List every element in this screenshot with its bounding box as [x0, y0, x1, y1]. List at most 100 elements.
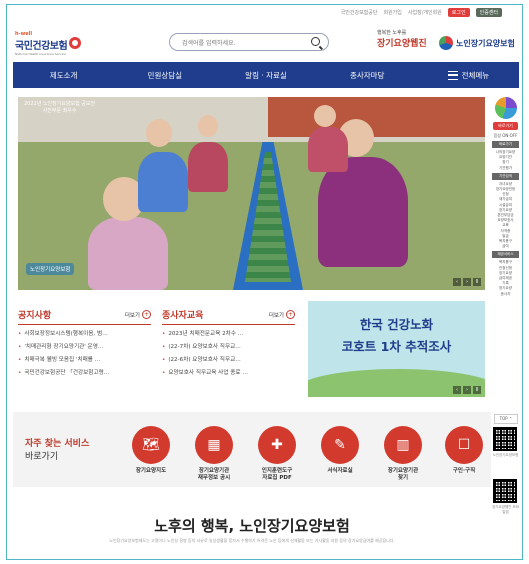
login-button[interactable]: 로그인 — [447, 8, 470, 17]
plus-circle-icon: + — [142, 310, 151, 319]
all-menu-button[interactable]: 전체메뉴 — [418, 70, 519, 81]
quick-item[interactable]: 급여 — [491, 244, 520, 249]
logo-name: 국민건강보험 — [15, 41, 68, 52]
cert-button[interactable]: 인증센터 — [475, 8, 502, 17]
main-nav: 제도소개 민원상담실 알림 · 자료실 종사자마당 전체메뉴 — [13, 62, 519, 88]
education-item[interactable]: 요양보호사 직무교육 사업 종료 … — [162, 367, 295, 380]
page-frame: 국민건강보험공단 회원가입 사업장/개인회원 로그인 인증센터 h-well 국… — [6, 4, 523, 560]
notice-title: 공지사항 — [18, 311, 52, 321]
hero-pause-button[interactable]: II — [473, 278, 481, 286]
frequent-services: 자주 찾는 서비스 바로가기 🗺 장기요양지도 ▦ 장기요양기관 재무정보 공시 … — [13, 412, 491, 487]
ltci-brand[interactable]: 노인장기요양보험 — [439, 36, 515, 50]
hero-person — [188, 142, 228, 192]
nav-item-system[interactable]: 제도소개 — [13, 70, 114, 81]
banner-title-line2: 코호트 1차 추적조사 — [341, 339, 452, 354]
service-finance-disclosure[interactable]: ▦ 장기요양기관 재무정보 공시 — [183, 426, 245, 482]
banner-controls: ‹ › II — [453, 386, 481, 394]
hero-caption-line1: 2022년 노인장기요양보험 공모전 — [24, 101, 96, 107]
search-box — [169, 33, 329, 51]
search-icon[interactable] — [311, 37, 320, 46]
education-item[interactable]: (22-6차) 요양보호사 직무교… — [162, 354, 295, 367]
top-link-nhis[interactable]: 국민건강보험공단 — [341, 9, 378, 16]
hero-person — [88, 217, 168, 290]
voice-toggle[interactable]: 음성 ON·OFF — [491, 133, 520, 139]
cohort-banner[interactable]: 한국 건강노화 코호트 1차 추적조사 ‹ › II — [308, 301, 485, 397]
all-menu-label: 전체메뉴 — [461, 70, 490, 80]
services-subtitle: 바로가기 — [25, 452, 59, 462]
qr-code-1[interactable] — [493, 427, 517, 451]
building-icon: ▥ — [384, 426, 422, 464]
nav-item-counsel[interactable]: 민원상담실 — [114, 70, 215, 81]
top-link-join[interactable]: 회원가입 — [383, 9, 401, 16]
education-more-link[interactable]: 더보기 + — [269, 310, 295, 319]
site-header: h-well 국민건강보험 National Health Insurance … — [7, 19, 522, 63]
hero-badge: 노인장기요양보험 — [26, 263, 75, 275]
quick-heading-2: 기관검색 — [492, 172, 519, 180]
scroll-top-button[interactable]: TOP ⌃ — [494, 414, 518, 424]
slogan-description: 노인장기요양보험제도는 고령이나 노인성 질병 등의 사유로 일상생활을 혼자서… — [109, 538, 395, 543]
service-forms[interactable]: ✎ 서식자료실 — [309, 426, 371, 475]
quick-link-button[interactable]: 바로가기 — [493, 122, 518, 130]
ltci-logo-icon — [439, 36, 453, 50]
quick-item[interactable]: 기관평가 — [491, 166, 520, 171]
service-label: 구인·구직 — [452, 468, 476, 474]
service-jobs[interactable]: ☐ 구인·구직 — [433, 426, 495, 475]
service-label: 장기요양기관 — [198, 468, 230, 474]
hero-person — [138, 152, 188, 212]
hero-caption-line2: 사진부문 최우수 — [42, 108, 77, 114]
service-find-facility[interactable]: ▥ 장기요양기관 찾기 — [372, 426, 434, 482]
hero-person-head — [314, 105, 336, 127]
plus-circle-icon: + — [286, 310, 295, 319]
top-link-member[interactable]: 사업장/개인회원 — [408, 9, 442, 16]
notice-item[interactable]: 사회보장정보시스템(행복이음, 범… — [18, 328, 151, 341]
quick-item[interactable]: 종사자 — [491, 292, 520, 297]
utility-bar: 국민건강보험공단 회원가입 사업장/개인회원 로그인 인증센터 — [7, 5, 522, 19]
heart-icon — [69, 37, 81, 49]
webzine-link[interactable]: 행복한 노후를 장기요양웹진 — [377, 29, 427, 49]
notice-item[interactable]: 국민건강보험공단 「건강보험고령… — [18, 367, 151, 380]
service-label: 서식자료실 — [327, 468, 353, 474]
nav-item-worker[interactable]: 종사자마당 — [317, 70, 418, 81]
nhis-logo[interactable]: h-well 국민건강보험 National Health Insurance … — [15, 31, 81, 56]
education-item[interactable]: 2023년 치매전문교육 2차수 … — [162, 328, 295, 341]
webzine-title: 장기요양웹진 — [377, 39, 427, 49]
education-panel: 종사자교육 더보기 + 2023년 치매전문교육 2차수 … (22-7차) 요… — [162, 308, 295, 380]
service-label-2: 재무정보 공시 — [197, 475, 231, 481]
qr-caption-2: 장기요양웹진 모바일앱 — [492, 505, 519, 514]
banner-pause-button[interactable]: II — [473, 386, 481, 394]
banner-prev-button[interactable]: ‹ — [453, 386, 461, 394]
banner-next-button[interactable]: › — [463, 386, 471, 394]
qr-code-2[interactable] — [493, 479, 517, 503]
education-more-label: 더보기 — [268, 312, 284, 319]
notice-item[interactable]: '치매관리형 장기요양기관' 운영… — [18, 341, 151, 354]
job-icon: ☐ — [445, 426, 483, 464]
notice-more-link[interactable]: 더보기 + — [125, 310, 151, 319]
notice-panel: 공지사항 더보기 + 사회보장정보시스템(행복이음, 범… '치매관리형 장기요… — [18, 308, 151, 380]
service-cognitive-pdf[interactable]: ✚ 인지훈련도구 자료집 PDF — [246, 426, 308, 482]
notice-item[interactable]: 치매극복 웰빙 모음집 '치매를 … — [18, 354, 151, 367]
ltci-brand-name: 노인장기요양보험 — [456, 38, 515, 48]
service-label: 인지훈련도구 — [261, 468, 293, 474]
service-ltc-map[interactable]: 🗺 장기요양지도 — [120, 426, 182, 475]
hero-slider[interactable]: 2022년 노인장기요양보험 공모전 사진부문 최우수 노인장기요양보험 ‹ ›… — [18, 97, 485, 290]
search-input[interactable] — [180, 36, 304, 50]
hero-next-button[interactable]: › — [463, 278, 471, 286]
slogan-title: 노후의 행복, 노인장기요양보험 — [154, 517, 350, 535]
hero-brick-wall — [268, 97, 485, 137]
nav-item-notice[interactable]: 알림 · 자료실 — [215, 70, 316, 81]
form-document-icon: ✎ — [321, 426, 359, 464]
hamburger-icon — [447, 70, 458, 80]
service-label-2: 자료집 PDF — [262, 475, 292, 481]
hero-person — [308, 127, 348, 172]
quick-heading-3: 제공서비스 — [492, 251, 519, 259]
qr-caption-1: 노인장기요양보험 — [492, 453, 519, 457]
hero-prev-button[interactable]: ‹ — [453, 278, 461, 286]
education-item[interactable]: (22-7차) 요양보호사 직무교… — [162, 341, 295, 354]
service-label: 장기요양지도 — [135, 468, 167, 474]
hero-person-head — [146, 119, 172, 147]
webzine-tagline: 행복한 노후를 — [377, 30, 407, 36]
map-icon: 🗺 — [132, 426, 170, 464]
pdf-document-icon: ✚ — [258, 426, 296, 464]
services-title: 자주 찾는 서비스 — [25, 439, 90, 449]
quick-logo-icon — [494, 97, 517, 119]
